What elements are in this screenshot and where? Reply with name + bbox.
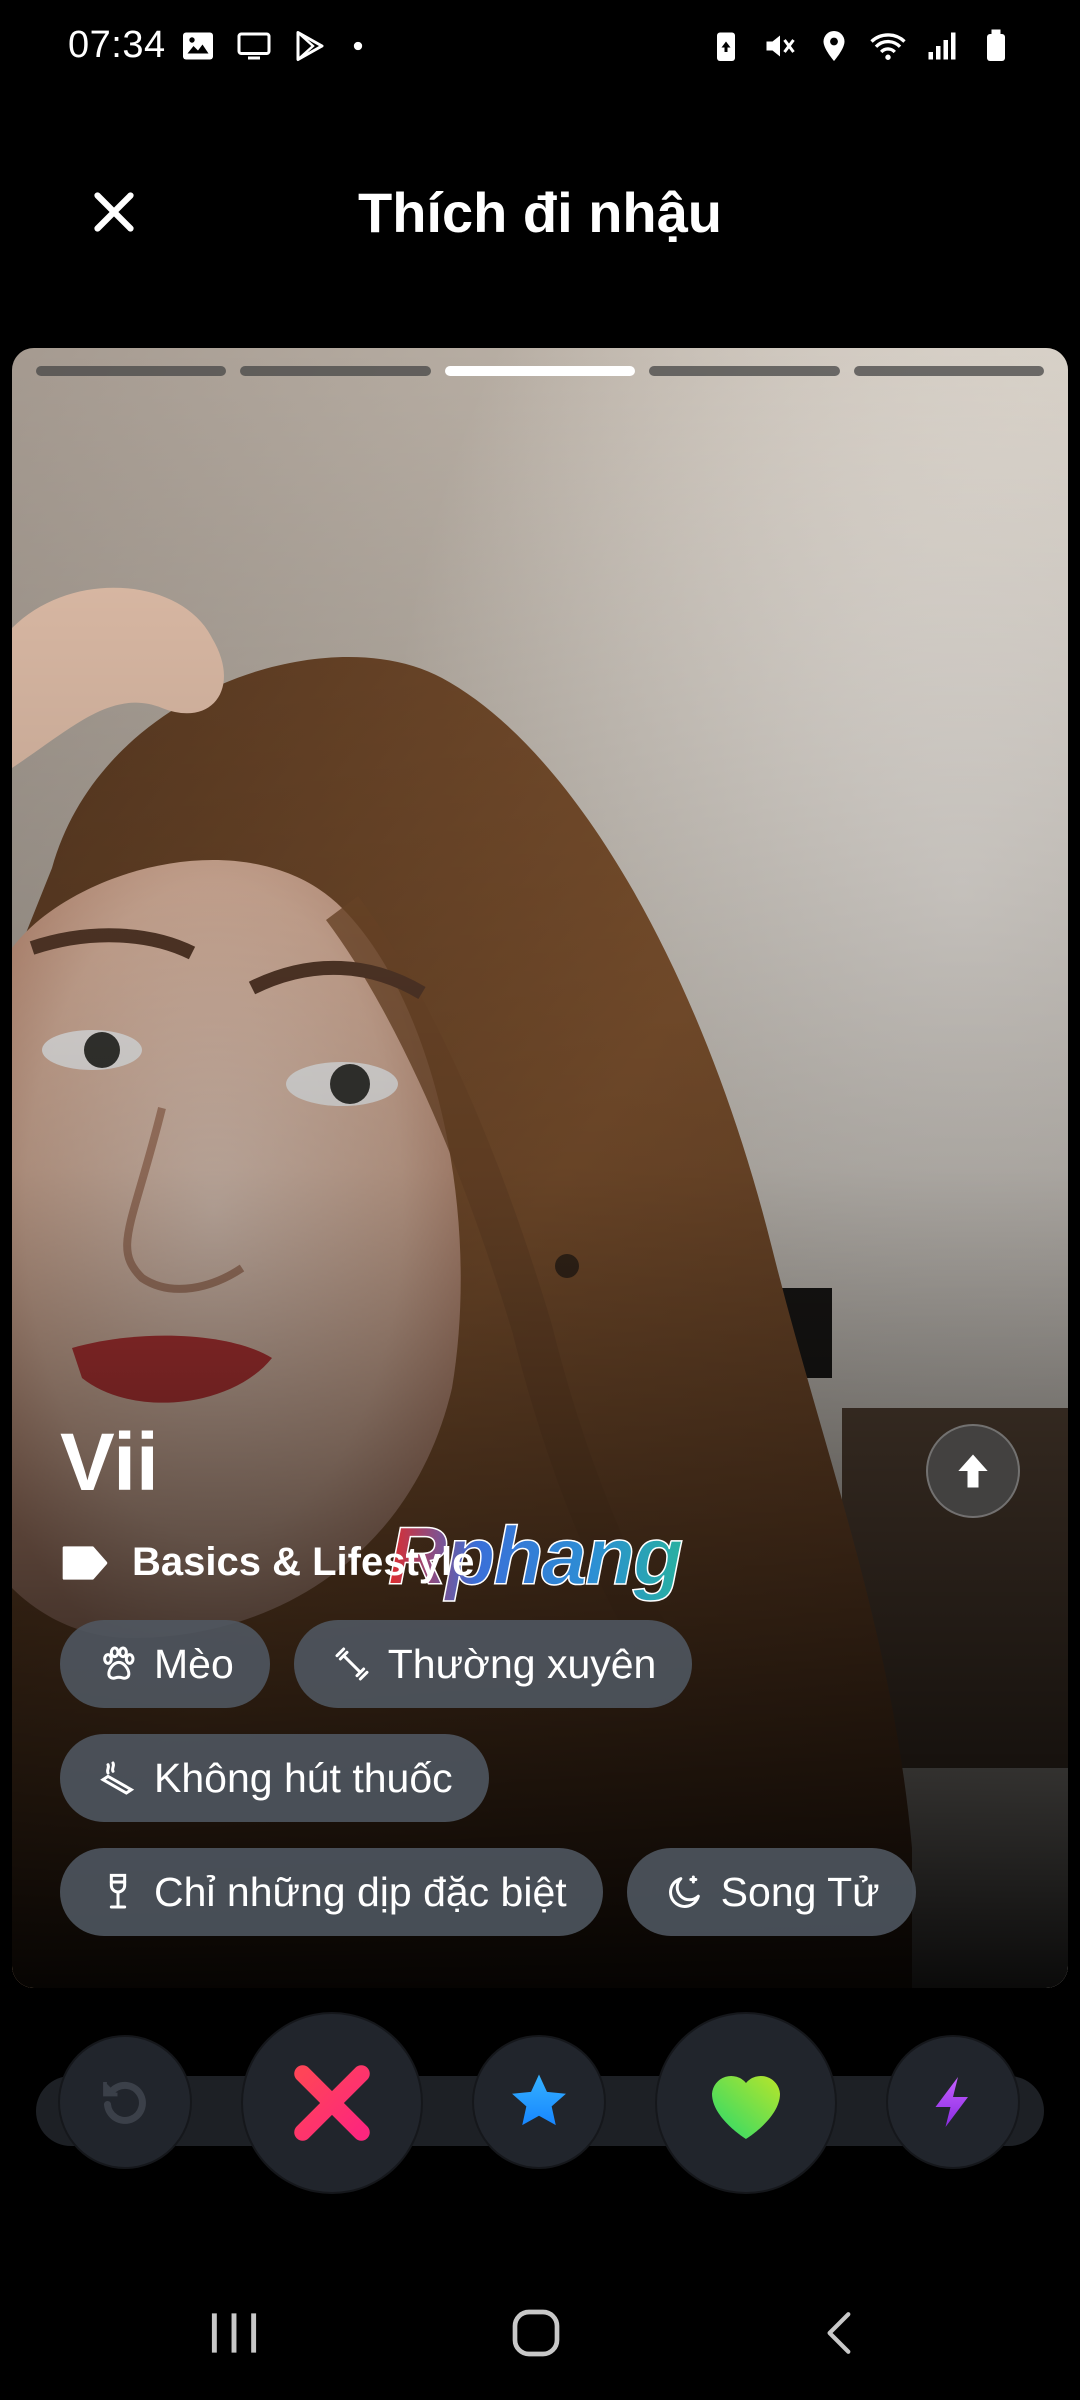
chip-label: Thường xuyên <box>387 1640 657 1687</box>
photo-progress-segment-active[interactable] <box>444 366 636 376</box>
like-button[interactable] <box>657 2014 835 2192</box>
rewind-icon <box>103 2081 146 2124</box>
profile-name: Vii <box>60 1417 159 1508</box>
system-nav-bar <box>0 2270 1080 2400</box>
status-left-icons <box>180 28 368 64</box>
chip-row: Không hút thuốc <box>60 1734 1040 1822</box>
chip-label: Song Tử <box>720 1868 880 1915</box>
like-heart-icon <box>712 2075 780 2139</box>
expand-profile-button[interactable] <box>926 1424 1020 1518</box>
rewind-button[interactable] <box>60 2037 190 2167</box>
cast-icon <box>237 32 271 60</box>
tag-icon <box>62 1545 108 1580</box>
moon-icon <box>668 1875 700 1908</box>
status-time: 07:34 <box>68 24 166 66</box>
chip-zodiac[interactable]: Song Tử <box>626 1848 916 1936</box>
cigarette-icon <box>100 1761 135 1795</box>
wine-glass-icon <box>109 1873 127 1909</box>
chip-row: Mèo Thường xuyên <box>60 1620 1040 1708</box>
back-button[interactable] <box>800 2298 880 2368</box>
photo-progress-segment[interactable] <box>36 366 227 376</box>
back-icon <box>827 2312 851 2354</box>
nope-x-icon <box>294 2065 370 2141</box>
home-icon <box>512 2309 560 2357</box>
boost-button[interactable] <box>888 2037 1018 2167</box>
section-header: Basics & Lifestyle <box>60 1540 474 1585</box>
gallery-icon <box>183 32 213 60</box>
location-icon <box>823 31 845 61</box>
lifestyle-chips: Mèo Thường xuyên Không hút thuốc Chỉ nhữ… <box>60 1620 1040 1962</box>
chip-drinking[interactable]: Chỉ những dịp đặc biệt <box>60 1848 603 1936</box>
chip-label: Mèo <box>154 1640 234 1687</box>
status-bar: 07:34 <box>0 0 1080 100</box>
section-label: Basics & Lifestyle <box>132 1540 475 1584</box>
page-title: Thích đi nhậu <box>358 181 722 244</box>
chip-label: Chỉ những dịp đặc biệt <box>154 1868 567 1915</box>
super-like-star-icon <box>512 2074 566 2126</box>
photo-progress-segment[interactable] <box>240 366 431 376</box>
dumbbell-icon <box>335 1647 369 1681</box>
profile-card[interactable]: Rphang Vii Basics & Lifestyle Mèo Thường… <box>12 348 1068 1988</box>
boost-bolt-icon <box>935 2077 968 2127</box>
chip-workout[interactable]: Thường xuyên <box>293 1620 693 1708</box>
battery-saver-icon <box>717 32 735 61</box>
nope-button[interactable] <box>243 2014 421 2192</box>
photo-progress <box>36 366 1045 376</box>
play-store-icon <box>296 31 324 61</box>
header: Thích đi nhậu <box>0 150 1080 280</box>
signal-icon <box>928 32 956 60</box>
chip-pets[interactable]: Mèo <box>60 1620 270 1708</box>
chip-smoking[interactable]: Không hút thuốc <box>60 1734 489 1822</box>
recent-apps-icon <box>211 2313 257 2353</box>
photo-progress-segment[interactable] <box>853 366 1045 376</box>
wifi-icon <box>870 33 906 60</box>
arrow-up-icon <box>958 1454 988 1488</box>
chip-label: Không hút thuốc <box>154 1754 453 1801</box>
home-button[interactable] <box>496 2298 576 2368</box>
mute-icon <box>766 35 795 57</box>
paw-icon <box>103 1646 135 1680</box>
recent-apps-button[interactable] <box>194 2298 274 2368</box>
chip-row: Chỉ những dịp đặc biệt Song Tử <box>60 1848 1040 1936</box>
photo-progress-segment[interactable] <box>649 366 840 376</box>
dot-icon <box>353 41 363 51</box>
super-like-button[interactable] <box>474 2037 604 2167</box>
status-right-icons <box>708 28 1014 64</box>
battery-icon <box>987 29 1005 61</box>
